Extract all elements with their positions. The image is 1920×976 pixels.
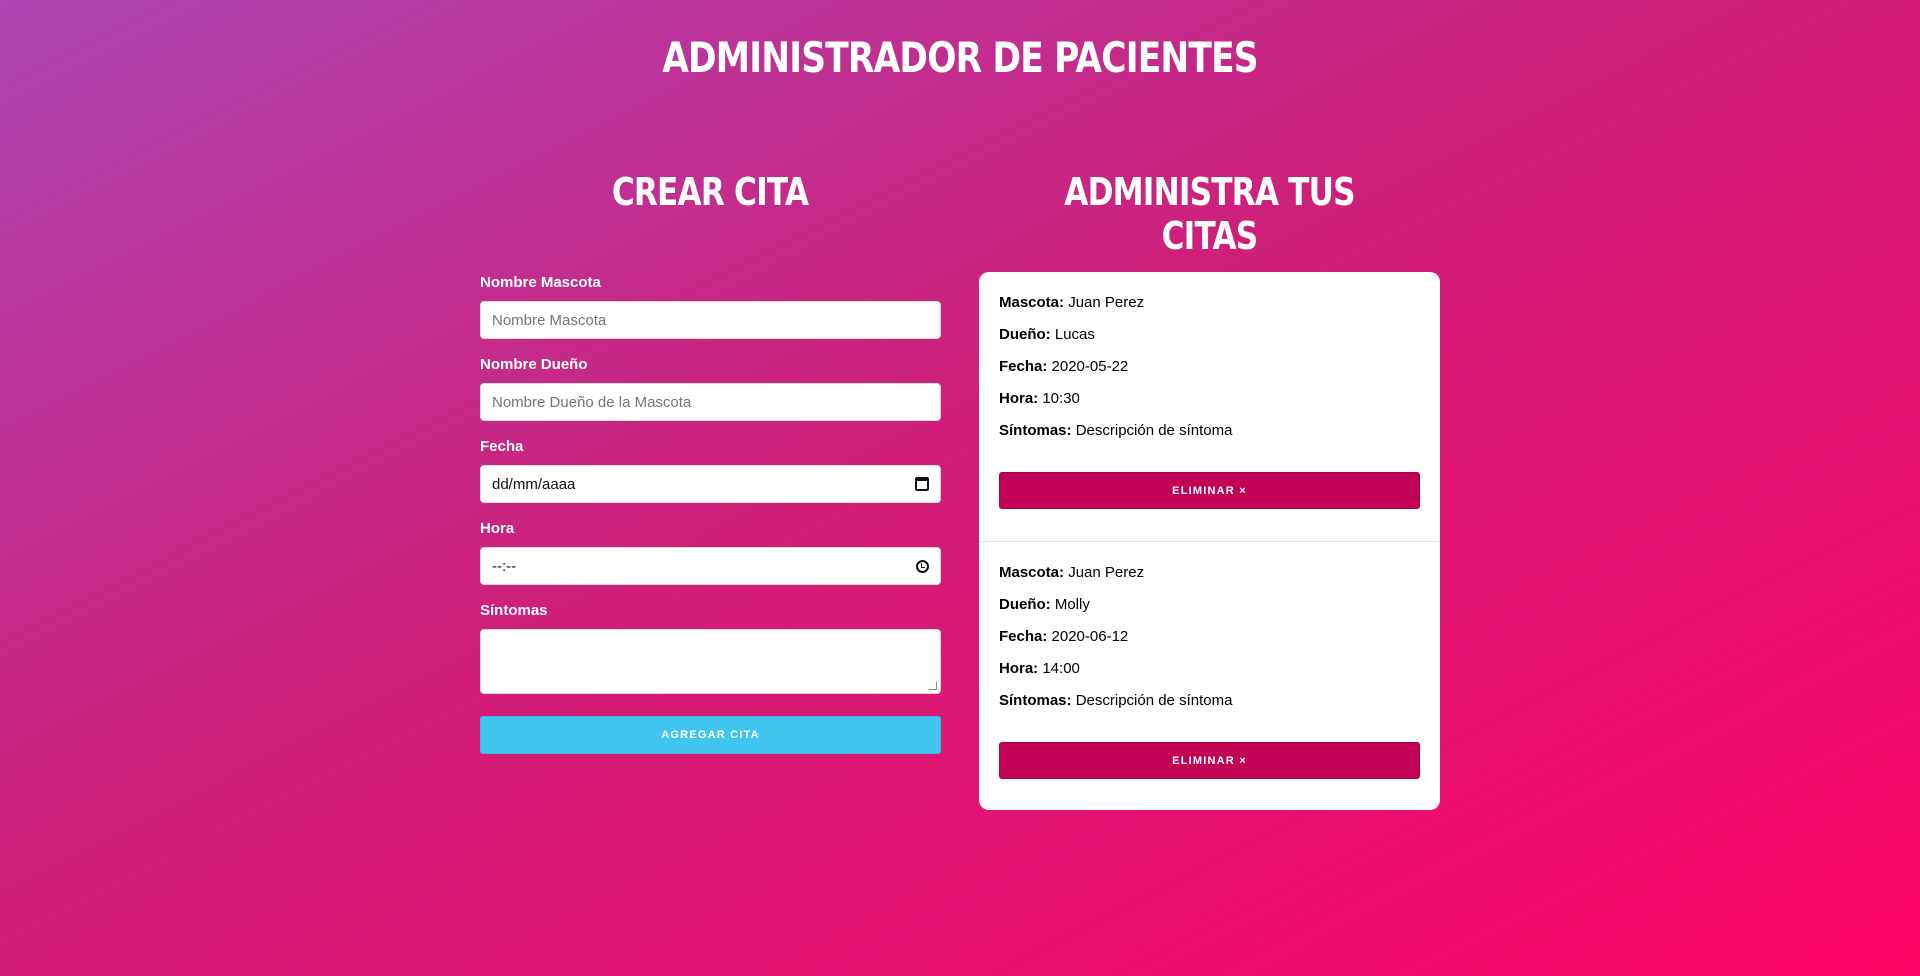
time-value: --:-- [492,557,517,575]
time-value: 10:30 [1042,390,1080,407]
date-value: 2020-06-12 [1051,628,1129,645]
owner-name-input[interactable]: Nombre Dueño de la Mascota [480,383,941,421]
appointment-time: Hora: 14:00 [999,660,1420,692]
calendar-icon[interactable] [915,477,929,491]
time-label: Hora [480,520,515,537]
date-value: 2020-05-22 [1051,358,1129,375]
time-field-label: Hora: [999,660,1039,677]
manage-appointments-title: Administra tus Citas [1064,170,1355,258]
pet-field-label: Mascota: [999,294,1065,311]
owner-name-label: Nombre Dueño [480,356,588,373]
symptoms-value: Descripción de síntoma [1075,692,1233,709]
symptoms-value: Descripción de síntoma [1075,422,1233,439]
resize-handle-icon[interactable] [929,682,937,690]
clock-icon[interactable] [916,559,929,573]
appointment-form: Nombre Mascota Nombre Mascota Nombre Due… [480,274,941,754]
delete-appointment-button[interactable]: Eliminar × [999,742,1420,779]
owner-value: Lucas [1054,326,1095,343]
date-field-label: Fecha: [999,628,1048,645]
appointment-pet: Mascota: Juan Perez [999,564,1420,596]
pet-name-label: Nombre Mascota [480,274,601,291]
page-title: Administrador de Pacientes [662,33,1258,82]
appointment-owner: Dueño: Lucas [999,326,1420,358]
symptoms-label: Síntomas [480,602,548,619]
owner-field-label: Dueño: [999,596,1051,613]
pet-field-label: Mascota: [999,564,1065,581]
create-appointment-title: Crear Cita [611,170,809,214]
pet-name-input[interactable]: Nombre Mascota [480,301,941,339]
date-field-label: Fecha: [999,358,1048,375]
appointment-date: Fecha: 2020-06-12 [999,628,1420,660]
appointment-pet: Mascota: Juan Perez [999,294,1420,326]
pet-name-placeholder: Nombre Mascota [492,311,607,329]
appointment-time: Hora: 10:30 [999,390,1420,422]
appointment-date: Fecha: 2020-05-22 [999,358,1420,390]
time-input[interactable]: --:-- [480,547,941,585]
date-label: Fecha [480,438,524,455]
symptoms-textarea[interactable] [480,629,941,694]
owner-field-label: Dueño: [999,326,1051,343]
appointment-owner: Dueño: Molly [999,596,1420,628]
delete-appointment-button[interactable]: Eliminar × [999,472,1420,509]
date-input[interactable]: dd/mm/aaaa [480,465,941,503]
owner-name-placeholder: Nombre Dueño de la Mascota [492,393,692,411]
date-value: dd/mm/aaaa [492,475,576,493]
time-field-label: Hora: [999,390,1039,407]
pet-value: Juan Perez [1068,564,1145,581]
symptoms-field-label: Síntomas: [999,692,1072,709]
appointment-symptoms: Síntomas: Descripción de síntoma [999,692,1420,724]
appointments-list: Mascota: Juan Perez Dueño: Lucas Fecha: … [979,272,1440,810]
time-value: 14:00 [1042,660,1080,677]
owner-value: Molly [1054,596,1090,613]
appointment-symptoms: Síntomas: Descripción de síntoma [999,422,1420,454]
pet-value: Juan Perez [1068,294,1145,311]
appointment-card: Mascota: Juan Perez Dueño: Lucas Fecha: … [979,272,1440,541]
appointment-card: Mascota: Juan Perez Dueño: Molly Fecha: … [979,541,1440,809]
add-appointment-button[interactable]: Agregar Cita [480,716,941,754]
symptoms-field-label: Síntomas: [999,422,1072,439]
